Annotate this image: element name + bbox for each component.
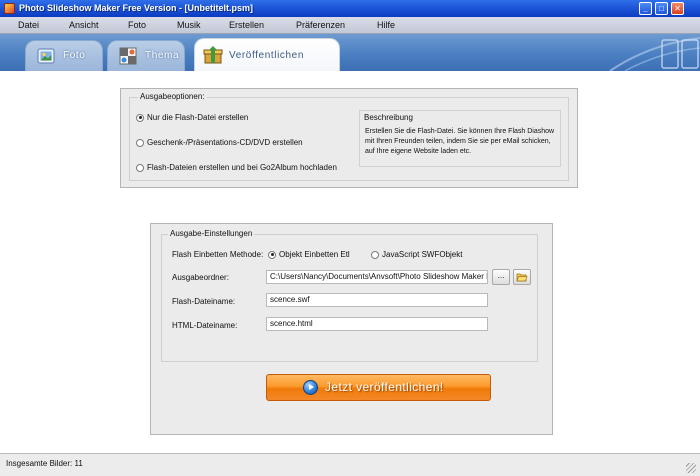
option-embed-object-label: Objekt Einbetten Etl [279,250,350,259]
embed-method-label: Flash Einbetten Methode: [172,250,264,259]
option-embed-object[interactable]: Objekt Einbetten Etl [268,250,350,260]
open-folder-button[interactable] [513,269,531,285]
tab-strip: Foto Thema Veröffentlichen [0,34,700,71]
option-flash-only-label: Nur die Flash-Datei erstellen [147,113,249,122]
output-options-group: Ausgabeoptionen: Nur die Flash-Datei ers… [129,92,569,181]
menu-datei[interactable]: Datei [18,19,39,31]
theme-icon [119,47,137,65]
description-box: Beschreibung Erstellen Sie die Flash-Dat… [359,110,561,167]
menu-hilfe[interactable]: Hilfe [377,19,395,31]
menu-bar: Datei Ansicht Foto Musik Erstellen Präfe… [0,17,700,34]
output-settings-panel: Ausgabe-Einstellungen Flash Einbetten Me… [150,223,553,435]
radio-flash-only[interactable] [136,113,144,122]
photo-icon [37,48,55,64]
minimize-button[interactable]: _ [639,2,652,15]
output-options-title: Ausgabeoptionen: [138,92,207,101]
maximize-button[interactable]: □ [655,2,668,15]
flash-filename-label: Flash-Dateiname: [172,297,236,306]
output-settings-title: Ausgabe-Einstellungen [168,229,255,238]
option-go2album-label: Flash-Dateien erstellen und bei Go2Album… [147,163,337,172]
menu-ansicht[interactable]: Ansicht [69,19,99,31]
publish-page: Ausgabeoptionen: Nur die Flash-Datei ers… [0,71,700,453]
publish-now-label: Jetzt veröffentlichen! [325,380,444,394]
publish-box-icon [203,46,223,64]
html-filename-field[interactable]: scence.html [266,317,488,331]
html-filename-label: HTML-Dateiname: [172,321,238,330]
app-icon [4,3,15,14]
menu-foto[interactable]: Foto [128,19,146,31]
tab-veroeffentlichen-label: Veröffentlichen [229,50,304,61]
description-title: Beschreibung [364,113,413,122]
resize-grip[interactable] [686,463,696,473]
radio-cd-dvd[interactable] [136,138,144,147]
output-options-panel: Ausgabeoptionen: Nur die Flash-Datei ers… [120,88,578,188]
tab-veroeffentlichen[interactable]: Veröffentlichen [194,38,340,71]
flash-filename-field[interactable]: scence.swf [266,293,488,307]
tab-foto[interactable]: Foto [25,40,103,71]
option-swfobject-label: JavaScript SWFObjekt [382,250,463,259]
close-button[interactable]: ✕ [671,2,684,15]
tab-thema[interactable]: Thema [107,40,185,71]
status-bar: Insgesamte Bilder: 11 [0,453,700,476]
menu-musik[interactable]: Musik [177,19,201,31]
option-cd-dvd-label: Geschenk-/Präsentations-CD/DVD erstellen [147,138,303,147]
radio-swfobject[interactable] [371,250,379,259]
radio-go2album[interactable] [136,163,144,172]
menu-erstellen[interactable]: Erstellen [229,19,264,31]
tab-foto-label: Foto [63,50,86,61]
title-bar[interactable]: Photo Slideshow Maker Free Version - [Un… [0,0,700,18]
window-title: Photo Slideshow Maker Free Version - [Un… [19,3,254,13]
description-text: Erstellen Sie die Flash-Datei. Sie könne… [365,128,555,155]
output-settings-group: Ausgabe-Einstellungen Flash Einbetten Me… [161,229,538,362]
tab-thema-label: Thema [145,50,180,61]
option-swfobject[interactable]: JavaScript SWFObjekt [371,250,462,260]
browse-button[interactable]: ... [492,269,510,285]
publish-now-button[interactable]: Jetzt veröffentlichen! [266,374,491,401]
option-flash-only[interactable]: Nur die Flash-Datei erstellen [136,113,248,123]
decorative-film-icon [609,37,700,71]
play-circle-icon [303,380,318,395]
open-folder-icon [516,273,528,282]
output-folder-label: Ausgabeordner: [172,273,229,282]
option-cd-dvd[interactable]: Geschenk-/Präsentations-CD/DVD erstellen [136,138,303,148]
status-total-images: Insgesamte Bilder: 11 [6,459,83,468]
radio-embed-object[interactable] [268,250,276,259]
menu-praeferenzen[interactable]: Präferenzen [296,19,345,31]
output-folder-field[interactable]: C:\Users\Nancy\Documents\Anvsoft\Photo S… [266,270,488,284]
option-go2album[interactable]: Flash-Dateien erstellen und bei Go2Album… [136,163,337,173]
